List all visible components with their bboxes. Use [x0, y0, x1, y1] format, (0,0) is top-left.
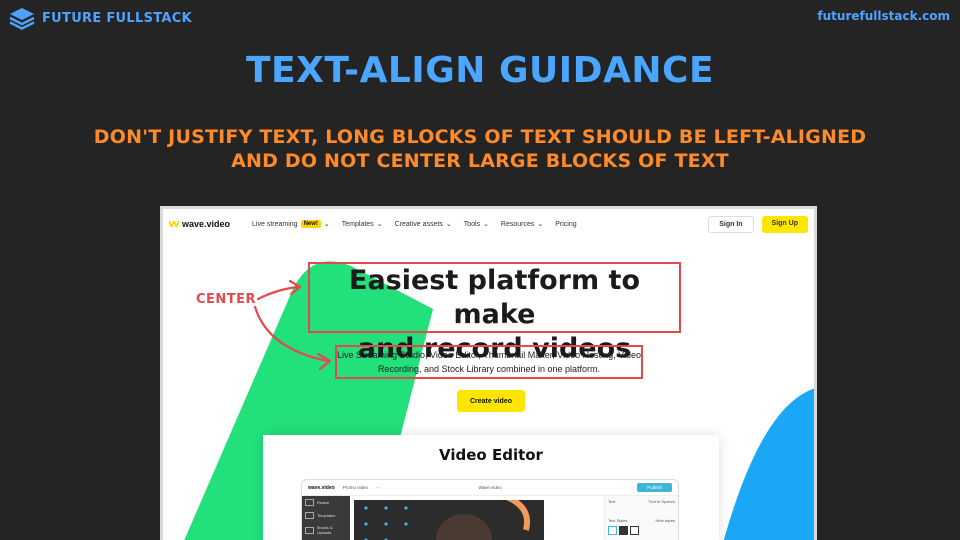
slide-title: TEXT-ALIGN GUIDANCE [245, 50, 715, 91]
nav-label: Creative assets [394, 220, 443, 228]
tab-text-to-speech[interactable]: Text to Speech [649, 499, 675, 504]
project-name[interactable]: Promo video [343, 485, 368, 490]
wave-video-logo[interactable]: wave.video [169, 219, 230, 229]
hero-description: Live Streaming Studio, Video Editor, Thu… [335, 348, 643, 376]
subtitle-line-2: AND DO NOT CENTER LARGE BLOCKS OF TEXT [231, 150, 729, 172]
sidebar-label: Resize [317, 500, 330, 505]
hero-description-line-1: Live Streaming Studio, Video Editor, Thu… [336, 350, 642, 360]
chevron-down-icon: ⌄ [376, 221, 383, 228]
chevron-down-icon: ⌄ [483, 221, 489, 228]
editor-properties-panel: Text Text to Speech Text Styles Hide sty… [604, 496, 678, 540]
nav-live-streaming[interactable]: Live streaming New! ⌄ [252, 220, 330, 228]
slide-subtitle: DON'T JUSTIFY TEXT, LONG BLOCKS OF TEXT … [40, 125, 920, 173]
style-swatch[interactable] [619, 526, 628, 535]
new-badge: New! [300, 220, 321, 228]
sidebar-item-resize[interactable]: Resize [302, 496, 350, 509]
sidebar-label: Templates [317, 513, 336, 518]
site-nav-menu: Live streaming New! ⌄ Templates ⌄ Creati… [252, 220, 577, 228]
channel-select[interactable]: Wave.video [478, 485, 501, 490]
editor-logo: wave.video [308, 484, 335, 491]
site-url[interactable]: futurefullstack.com [817, 9, 950, 23]
sign-in-button[interactable]: Sign In [708, 215, 754, 233]
text-style-swatches [608, 526, 675, 535]
editor-toolbar: wave.video Promo video ··· Wave.video Pu… [302, 480, 678, 496]
auth-buttons: Sign In Sign Up [708, 215, 808, 233]
create-video-button[interactable]: Create video [457, 390, 525, 412]
brand-logo: FUTURE FULLSTACK [8, 6, 192, 30]
templates-icon [305, 512, 314, 519]
nav-label: Live streaming [252, 220, 298, 228]
sign-up-button[interactable]: Sign Up [761, 215, 808, 233]
nav-pricing[interactable]: Pricing [555, 221, 576, 228]
wave-logo-icon [169, 221, 179, 227]
site-navbar: wave.video Live streaming New! ⌄ Templat… [163, 209, 814, 239]
canvas-dots [364, 493, 530, 540]
chevron-down-icon: ⌄ [537, 221, 544, 228]
hide-styles-link[interactable]: Hide styles [655, 518, 675, 523]
hero-description-line-2: Recording, and Stock Library combined in… [377, 364, 601, 374]
style-swatch[interactable] [608, 526, 617, 535]
text-styles-label: Text Styles [608, 518, 628, 523]
tab-text[interactable]: Text [608, 499, 615, 504]
layers-stack-icon [9, 8, 35, 30]
nav-label: Tools [463, 220, 481, 228]
section-title: Video Editor [439, 446, 543, 464]
sidebar-item-stocks[interactable]: Stocks & Uploads [302, 522, 350, 538]
editor-app-preview: wave.video Promo video ··· Wave.video Pu… [301, 479, 679, 540]
logo-text: wave.video [182, 219, 231, 229]
chevron-down-icon: ⌄ [323, 221, 330, 228]
nav-templates[interactable]: Templates ⌄ [341, 220, 383, 229]
subtitle-line-1: DON'T JUSTIFY TEXT, LONG BLOCKS OF TEXT … [93, 126, 867, 148]
more-icon[interactable]: ··· [376, 485, 381, 490]
nav-tools[interactable]: Tools ⌄ [463, 220, 489, 229]
editor-canvas[interactable] [354, 493, 544, 540]
sidebar-item-templates[interactable]: Templates [302, 509, 350, 522]
nav-label: Pricing [555, 220, 577, 228]
sidebar-label: Stocks & Uploads [316, 525, 333, 535]
brand-name: FUTURE FULLSTACK [42, 10, 192, 26]
nav-label: Templates [341, 220, 374, 228]
stocks-icon [305, 526, 314, 534]
center-annotation-label: CENTER [196, 292, 257, 307]
panel-tabs: Text Text to Speech [608, 499, 675, 504]
chevron-down-icon: ⌄ [445, 221, 452, 228]
editor-sidebar: Resize Templates Stocks & Uploads [302, 496, 350, 540]
resize-icon [305, 499, 314, 506]
hero-heading-line-1: Easiest platform to make [349, 265, 640, 330]
video-editor-section: Video Editor wave.video Promo video ··· … [263, 435, 719, 540]
publish-button[interactable]: Publish [637, 483, 672, 492]
nav-label: Resources [500, 220, 535, 228]
nav-resources[interactable]: Resources ⌄ [500, 220, 544, 229]
nav-creative-assets[interactable]: Creative assets ⌄ [394, 220, 452, 229]
website-screenshot: wave.video Live streaming New! ⌄ Templat… [160, 206, 817, 540]
style-swatch[interactable] [630, 526, 639, 535]
panel-labels: Text Styles Hide styles [608, 518, 675, 523]
